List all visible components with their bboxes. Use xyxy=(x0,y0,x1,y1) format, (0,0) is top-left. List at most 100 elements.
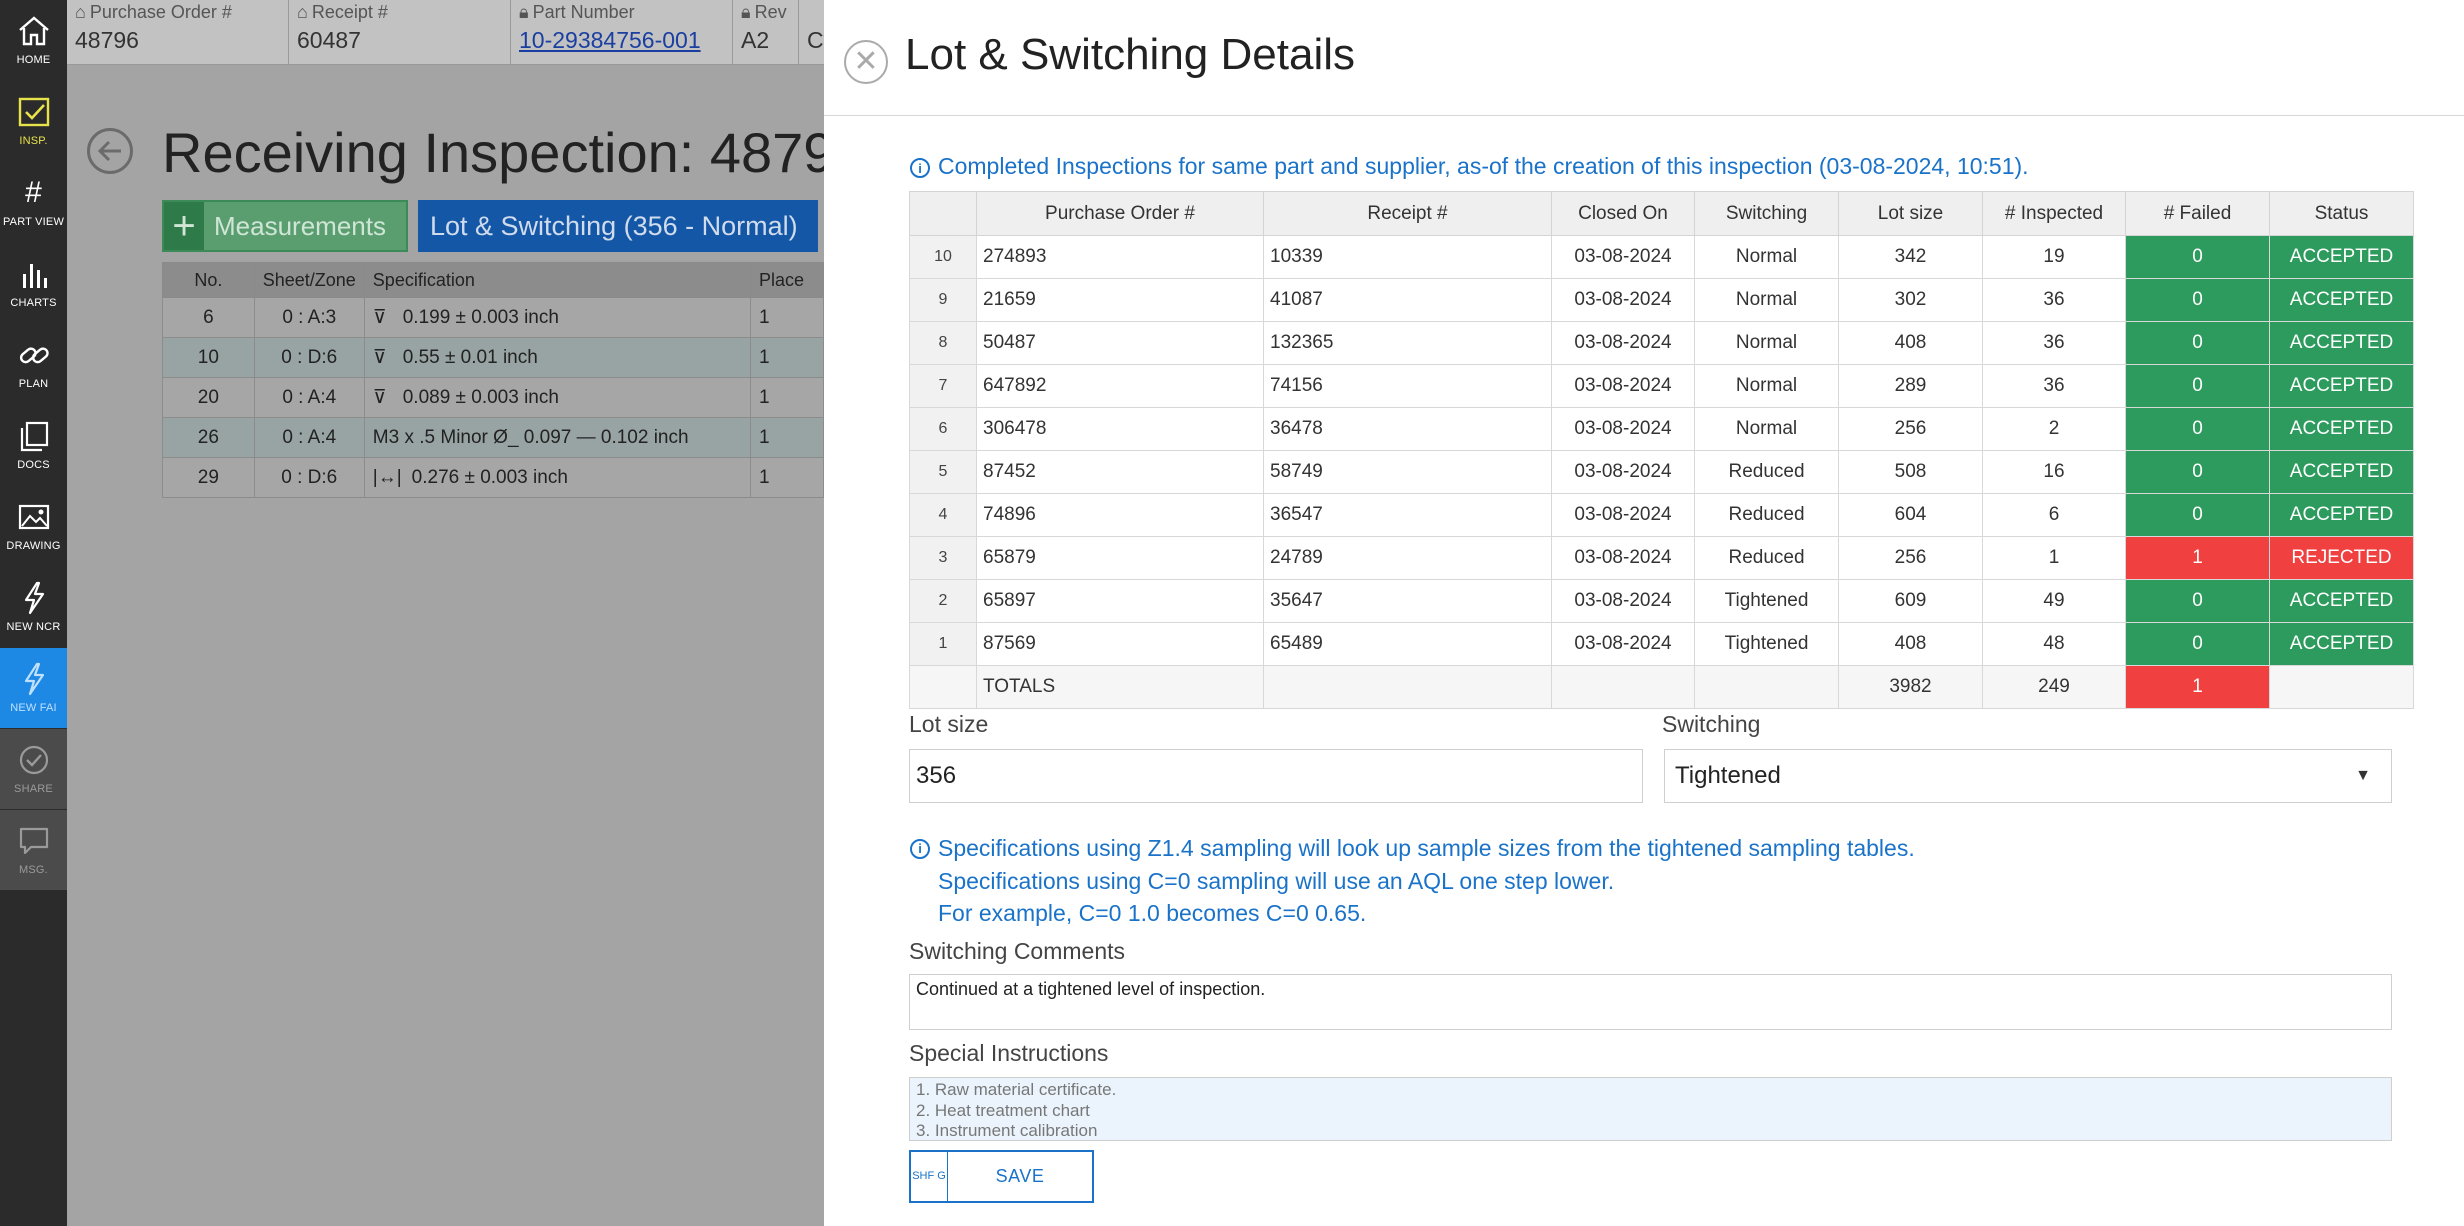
plus-icon: + xyxy=(164,202,204,250)
nav-drawing[interactable]: DRAWING xyxy=(0,486,67,566)
sampling-note-line-3: For example, C=0 1.0 becomes C=0 0.65. xyxy=(938,900,1367,926)
table-row[interactable]: 4 74896 36547 03-08-2024 Reduced 604 6 0… xyxy=(909,493,2414,537)
cell-lot-size: 289 xyxy=(1838,364,1983,408)
special-instructions-box[interactable]: 1. Raw material certificate. 2. Heat tre… xyxy=(909,1077,2392,1141)
nav-docs[interactable]: DOCS xyxy=(0,405,67,485)
switching-select[interactable]: Tightened ▼ xyxy=(1664,749,2392,803)
nav-part-view-label: PART VIEW xyxy=(2,216,65,228)
cell-po: 306478 xyxy=(976,407,1264,451)
save-button[interactable]: SHF G SAVE xyxy=(909,1150,1094,1203)
cell-switching: Reduced xyxy=(1694,450,1839,494)
total-lot-size: 3982 xyxy=(1838,665,1983,709)
table-row[interactable]: 29 0 : D:6 |↔| 0.276 ± 0.003 inch 1 xyxy=(162,457,824,498)
cell-po: 21659 xyxy=(976,278,1264,322)
cell-lot-size: 342 xyxy=(1838,235,1983,279)
col-index xyxy=(909,191,977,236)
cell-po: 87569 xyxy=(976,622,1264,666)
cell-lot-size: 408 xyxy=(1838,622,1983,666)
cell-zone: 0 : A:4 xyxy=(253,417,365,458)
cell-empty xyxy=(1694,665,1839,709)
rev-info: 🔒︎ Rev A2 xyxy=(733,0,799,64)
nav-insp[interactable]: INSP. xyxy=(0,81,67,161)
cell-closed-on: 03-08-2024 xyxy=(1551,321,1695,365)
cell-closed-on: 03-08-2024 xyxy=(1551,493,1695,537)
cell-spec: ⊽ 0.089 ± 0.003 inch xyxy=(363,377,752,418)
cell-closed-on: 03-08-2024 xyxy=(1551,407,1695,451)
lot-size-label: Lot size xyxy=(909,711,989,737)
nav-new-ncr[interactable]: NEW NCR xyxy=(0,567,67,647)
table-row[interactable]: 6 306478 36478 03-08-2024 Normal 256 2 0… xyxy=(909,407,2414,451)
switching-comments-textarea[interactable]: Continued at a tightened level of inspec… xyxy=(909,974,2392,1030)
col-specification: Specification xyxy=(363,262,752,298)
sampling-note: i Specifications using Z1.4 sampling wil… xyxy=(910,832,1915,930)
background-page: ⌂ Purchase Order # 48796 ⌂ Receipt # 60487… xyxy=(67,0,824,1226)
lightning-icon xyxy=(17,579,51,617)
close-icon: ✕ xyxy=(853,45,879,78)
message-icon xyxy=(17,822,51,860)
nav-msg[interactable]: MSG. xyxy=(0,810,67,890)
table-row[interactable]: 2 65897 35647 03-08-2024 Tightened 609 4… xyxy=(909,579,2414,623)
lot-switching-button[interactable]: Lot & Switching (356 - Normal) xyxy=(418,200,818,252)
cell-inspected: 48 xyxy=(1982,622,2126,666)
cell-closed-on: 03-08-2024 xyxy=(1551,235,1695,279)
table-row[interactable]: 10 274893 10339 03-08-2024 Normal 342 19… xyxy=(909,235,2414,279)
table-row[interactable]: 5 87452 58749 03-08-2024 Reduced 508 16 … xyxy=(909,450,2414,494)
hash-icon: # xyxy=(25,176,42,209)
home-icon xyxy=(17,12,51,50)
cell-zone: 0 : D:6 xyxy=(253,457,365,498)
cell-closed-on: 03-08-2024 xyxy=(1551,278,1695,322)
documents-icon xyxy=(17,417,51,455)
cell-po: 74896 xyxy=(976,493,1264,537)
table-row[interactable]: 8 50487 132365 03-08-2024 Normal 408 36 … xyxy=(909,321,2414,365)
cell-failed: 0 xyxy=(2125,450,2270,494)
lock-icon: 🔒︎ xyxy=(519,2,529,22)
cell-index: 3 xyxy=(909,536,977,580)
po-caption: Purchase Order # xyxy=(89,2,232,22)
cell-lot-size: 604 xyxy=(1838,493,1983,537)
table-row[interactable]: 6 0 : A:3 ⊽ 0.199 ± 0.003 inch 1 xyxy=(162,297,824,338)
nav-part-view[interactable]: # PART VIEW xyxy=(0,162,67,242)
switching-comments-label: Switching Comments xyxy=(909,938,1126,964)
bar-chart-icon xyxy=(17,255,51,293)
back-button[interactable] xyxy=(87,128,133,174)
lightning-icon xyxy=(17,660,51,698)
measurements-label: Measurements xyxy=(214,210,386,241)
table-row[interactable]: 9 21659 41087 03-08-2024 Normal 302 36 0… xyxy=(909,278,2414,322)
nav-plan[interactable]: PLAN xyxy=(0,324,67,404)
cell-zone: 0 : D:6 xyxy=(253,337,365,378)
lot-size-input[interactable]: 356 xyxy=(909,749,1643,803)
table-row[interactable]: 1 87569 65489 03-08-2024 Tightened 408 4… xyxy=(909,622,2414,666)
cell-index: 1 xyxy=(909,622,977,666)
nav-home[interactable]: HOME xyxy=(0,0,67,80)
table-row[interactable]: 10 0 : D:6 ⊽ 0.55 ± 0.01 inch 1 xyxy=(162,337,824,378)
cell-failed: 0 xyxy=(2125,321,2270,365)
save-label: SAVE xyxy=(995,1166,1045,1186)
spec-text: 0.199 ± 0.003 inch xyxy=(402,307,559,328)
cell-receipt: 74156 xyxy=(1263,364,1552,408)
cell-index xyxy=(909,665,977,709)
table-row[interactable]: 7 647892 74156 03-08-2024 Normal 289 36 … xyxy=(909,364,2414,408)
cell-inspected: 1 xyxy=(1982,536,2126,580)
cell-lot-size: 302 xyxy=(1838,278,1983,322)
table-row[interactable]: 26 0 : A:4 M3 x .5 Minor Ø_ 0.097 — 0.10… xyxy=(162,417,824,458)
cell-index: 2 xyxy=(909,579,977,623)
table-row[interactable]: 20 0 : A:4 ⊽ 0.089 ± 0.003 inch 1 xyxy=(162,377,824,418)
nav-new-fai[interactable]: NEW FAI xyxy=(0,648,67,728)
measurements-button[interactable]: + Measurements xyxy=(162,200,408,252)
cell-index: 4 xyxy=(909,493,977,537)
part-number-link[interactable]: 10-29384756-001 xyxy=(519,27,724,54)
cell-failed: 0 xyxy=(2125,407,2270,451)
length-icon: |↔| xyxy=(372,466,402,488)
totals-label: TOTALS xyxy=(976,665,1264,709)
table-row[interactable]: 3 65879 24789 03-08-2024 Reduced 256 1 1… xyxy=(909,536,2414,580)
spec-text: 0.276 ± 0.003 inch xyxy=(411,466,568,488)
cell-receipt: 132365 xyxy=(1263,321,1552,365)
left-nav: HOME INSP. # PART VIEW CHARTS PLAN DOCS … xyxy=(0,0,67,1226)
nav-share[interactable]: SHARE xyxy=(0,729,67,809)
nav-share-label: SHARE xyxy=(14,783,53,795)
close-button[interactable]: ✕ xyxy=(844,40,888,84)
total-failed: 1 xyxy=(2125,665,2270,709)
cell-index: 9 xyxy=(909,278,977,322)
nav-charts[interactable]: CHARTS xyxy=(0,243,67,323)
cell-po: 65879 xyxy=(976,536,1264,580)
